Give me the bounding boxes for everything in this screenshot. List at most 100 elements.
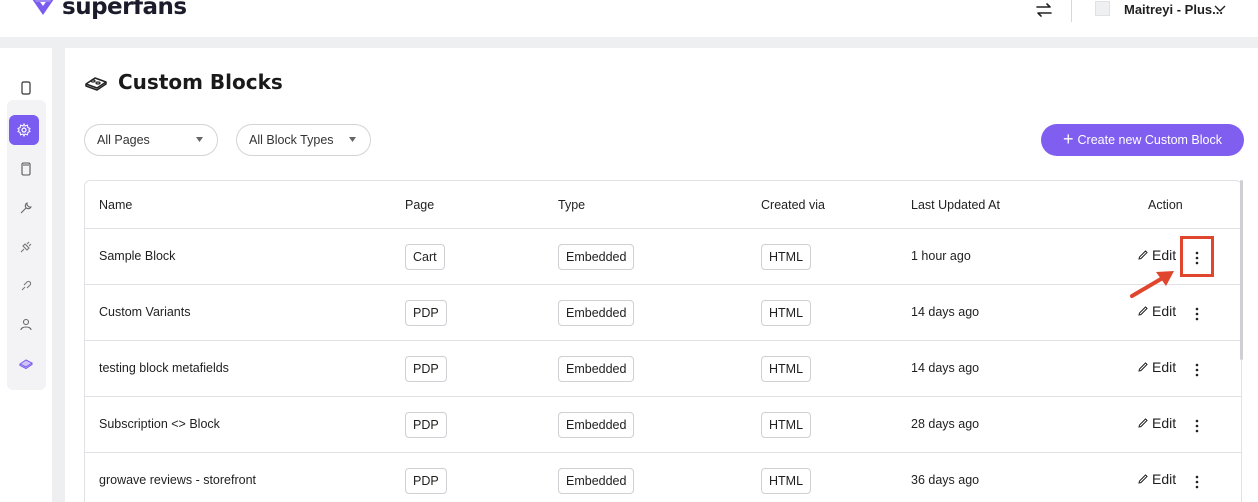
settings-icon [17,123,31,137]
edit-button[interactable]: Edit [1137,303,1176,319]
sidebar-border [52,48,65,502]
created-via-tag: HTML [761,356,812,382]
edit-button[interactable]: Edit [1137,415,1176,431]
sidebar-item-custom-blocks[interactable] [14,351,38,375]
edit-button[interactable]: Edit [1137,359,1176,375]
caret-down-icon [196,137,203,142]
last-updated: 14 days ago [911,361,980,375]
superfans-logo-icon [32,0,54,15]
header-divider [1071,0,1072,22]
page-tag: PDP [405,300,447,326]
blocks-icon [19,359,33,370]
annotation-highlight-box [1180,236,1214,277]
store-avatar [1095,1,1110,16]
last-updated: 36 days ago [911,473,980,487]
block-name: Sample Block [99,249,176,263]
block-name: Subscription <> Block [99,417,220,431]
type-tag: Embedded [558,468,635,494]
plus-icon: + [1062,129,1074,149]
type-tag: Embedded [558,412,635,438]
table-row[interactable]: Custom Variants PDP Embedded HTML 14 day… [85,285,1241,341]
column-header-created-via[interactable]: Created via [761,198,825,212]
annotation-arrow-icon [1130,271,1174,298]
top-bar: superfans Maitreyi - Plus... [0,0,1258,37]
page-title: Custom Blocks [118,70,283,94]
page-tag: PDP [405,468,447,494]
edit-label: Edit [1152,415,1177,431]
more-vertical-icon [1195,419,1199,433]
type-filter-value: All Block Types [249,133,334,147]
table-row[interactable]: Sample Block Cart Embedded HTML 1 hour a… [85,229,1241,285]
sidebar-item-users[interactable] [14,312,38,336]
pencil-icon [1138,474,1148,484]
type-filter-select[interactable]: All Block Types [236,124,371,156]
page-filter-value: All Pages [97,133,150,147]
phone-icon [21,162,31,176]
user-icon [20,318,32,331]
sidebar-item-mobile[interactable] [14,76,38,100]
table-scrollbar[interactable] [1240,180,1243,360]
edit-label: Edit [1152,303,1177,319]
page-filter-select[interactable]: All Pages [84,124,218,156]
last-updated: 14 days ago [911,305,980,319]
type-tag: Embedded [558,356,635,382]
column-header-type[interactable]: Type [558,198,585,212]
header-separator [0,37,1258,48]
column-header-page[interactable]: Page [405,198,434,212]
block-name: testing block metafields [99,361,229,375]
column-header-action: Action [1148,198,1183,212]
page-tag: PDP [405,412,447,438]
page-tag: PDP [405,356,447,382]
created-via-tag: HTML [761,468,812,494]
pencil-icon [1138,362,1148,372]
link-icon [21,280,32,291]
pencil-icon [1138,418,1148,428]
edit-button[interactable]: Edit [1137,471,1176,487]
create-button-label: Create new Custom Block [1077,133,1223,147]
create-custom-block-button[interactable]: + Create new Custom Block [1041,124,1244,156]
switch-store-icon[interactable] [1034,2,1054,18]
pencil-icon [1138,306,1148,316]
last-updated: 28 days ago [911,417,980,431]
account-name[interactable]: Maitreyi - Plus... [1124,2,1223,17]
mobile-icon [21,81,31,95]
custom-blocks-table: Name Page Type Created via Last Updated … [84,180,1242,502]
more-actions-button[interactable] [1186,359,1208,381]
table-row[interactable]: testing block metafields PDP Embedded HT… [85,341,1241,397]
lego-block-icon [85,77,107,91]
edit-label: Edit [1152,247,1177,263]
block-name: Custom Variants [99,305,191,319]
table-row[interactable]: Subscription <> Block PDP Embedded HTML … [85,397,1241,453]
page-header: Custom Blocks [84,70,283,94]
pencil-icon [1138,250,1148,260]
page-tag: Cart [405,244,445,270]
type-tag: Embedded [558,244,635,270]
created-via-tag: HTML [761,412,812,438]
more-vertical-icon [1195,307,1199,321]
sidebar-item-links[interactable] [14,274,38,298]
sidebar-item-integrations[interactable] [14,235,38,259]
brand-logo[interactable]: superfans [30,0,187,20]
edit-label: Edit [1152,471,1177,487]
sidebar-item-device[interactable] [14,157,38,181]
more-vertical-icon [1195,363,1199,377]
sidebar-item-tools[interactable] [14,196,38,220]
more-actions-button[interactable] [1186,415,1208,437]
column-header-last-updated[interactable]: Last Updated At [911,198,1000,212]
brand-name: superfans [62,0,187,20]
table-row[interactable]: growave reviews - storefront PDP Embedde… [85,453,1241,502]
more-actions-button[interactable] [1186,471,1208,493]
type-tag: Embedded [558,300,635,326]
created-via-tag: HTML [761,244,812,270]
plug-icon [20,241,32,253]
last-updated: 1 hour ago [911,249,971,263]
caret-down-icon [349,137,356,142]
created-via-tag: HTML [761,300,812,326]
table-header: Name Page Type Created via Last Updated … [85,181,1241,229]
wrench-icon [20,202,32,214]
column-header-name[interactable]: Name [99,198,132,212]
more-actions-button[interactable] [1186,303,1208,325]
edit-button[interactable]: Edit [1137,247,1176,263]
sidebar-item-settings[interactable] [9,115,39,145]
chevron-down-icon[interactable] [1214,3,1226,13]
